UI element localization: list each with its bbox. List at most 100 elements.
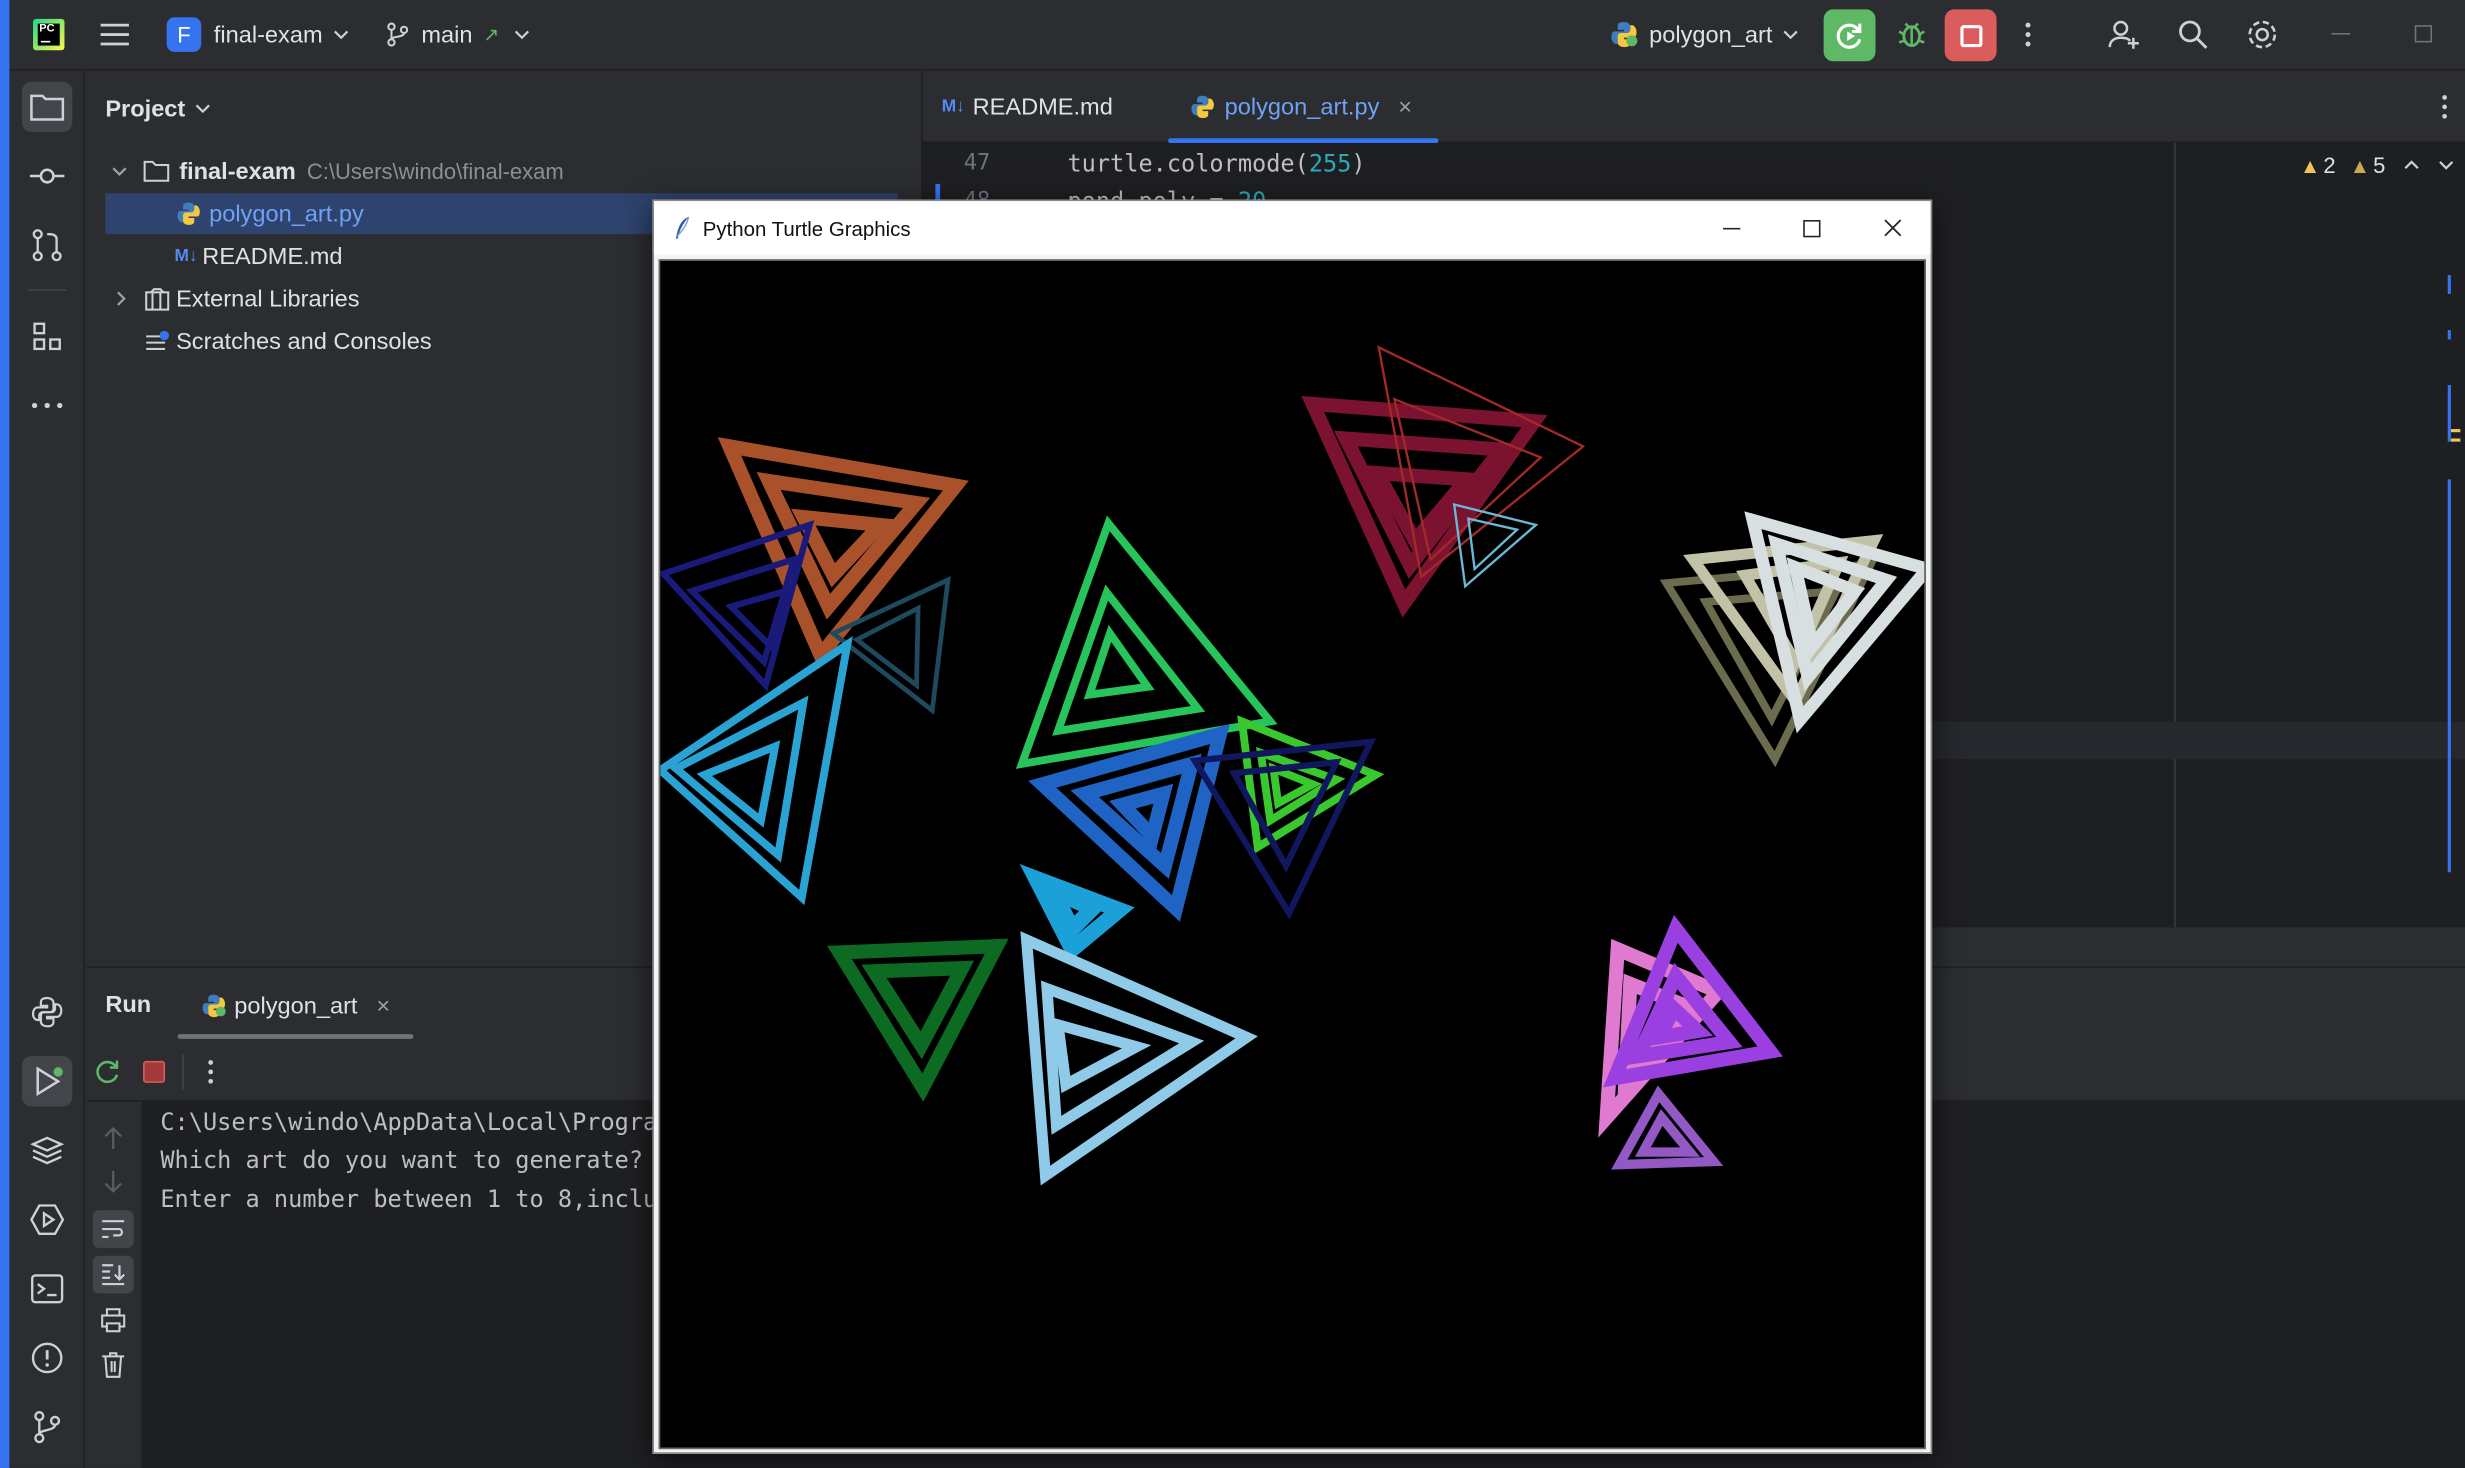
more-actions-icon[interactable] xyxy=(208,1059,214,1084)
active-tab-underline xyxy=(1168,138,1439,144)
pull-requests-tool-button[interactable] xyxy=(22,220,72,270)
ide-window: PC F final-exam main ↗ polygon_art Proje… xyxy=(0,0,2465,1468)
debug-button[interactable] xyxy=(1890,13,1934,57)
git-branch-icon xyxy=(387,22,409,47)
scroll-to-end-button[interactable] xyxy=(92,1255,134,1294)
editor-scrollbar[interactable] xyxy=(2447,228,2461,888)
maximize-icon[interactable] xyxy=(1803,220,1821,238)
rerun-icon[interactable] xyxy=(94,1058,122,1086)
window-accent-edge xyxy=(0,0,10,1468)
tree-item-label: Scratches and Consoles xyxy=(176,327,432,355)
soft-wrap-button[interactable] xyxy=(92,1210,134,1248)
tree-item-path: C:\Users\windo\final-exam xyxy=(306,158,564,184)
main-menu-icon[interactable] xyxy=(94,16,135,54)
close-icon[interactable]: × xyxy=(1398,94,1412,121)
scroll-to-end-icon xyxy=(102,1264,125,1286)
close-icon[interactable] xyxy=(1883,218,1902,237)
scratches-icon xyxy=(146,330,170,350)
terminal-tool-button[interactable] xyxy=(22,1264,72,1314)
python-file-icon xyxy=(1611,22,1638,48)
services-tool-button[interactable] xyxy=(22,1125,72,1175)
python-console-tool-button[interactable] xyxy=(22,987,72,1037)
search-icon[interactable] xyxy=(2171,13,2215,57)
warning-count: 2 xyxy=(2323,152,2336,178)
layers-icon xyxy=(30,1136,65,1165)
feather-icon xyxy=(676,216,690,239)
right-margin-guide xyxy=(2174,143,2176,928)
tab-readme[interactable]: M↓ README.md xyxy=(942,91,1113,122)
triangle-orange xyxy=(717,437,969,669)
chevron-up-icon[interactable] xyxy=(2404,159,2420,172)
run-tool-button[interactable] xyxy=(22,1056,73,1107)
run-icon xyxy=(36,1066,63,1097)
stop-icon[interactable] xyxy=(143,1060,166,1083)
toolstrip-separator xyxy=(28,289,67,291)
more-tools-button[interactable] xyxy=(22,380,72,430)
stop-button[interactable] xyxy=(1944,9,1997,62)
branch-outgoing-icon: ↗ xyxy=(483,23,500,46)
terminal-icon xyxy=(31,1274,64,1304)
more-actions-icon[interactable] xyxy=(2012,16,2043,54)
tool-window-strip xyxy=(9,70,85,1468)
tab-label: polygon_art.py xyxy=(1224,93,1380,121)
inspection-widget[interactable]: ▲ 2 ▲ 5 xyxy=(2299,152,2455,178)
warning-icon: ▲ xyxy=(2299,153,2321,177)
turtle-canvas[interactable] xyxy=(658,259,1926,1450)
structure-tool-button[interactable] xyxy=(22,311,72,361)
triangle-cyan xyxy=(660,635,853,906)
branch-name: main xyxy=(421,21,473,48)
close-icon[interactable]: × xyxy=(376,993,390,1020)
run-tab-polygon-art[interactable]: polygon_art × xyxy=(201,990,390,1021)
polygon-art-drawing xyxy=(660,345,1925,1186)
tree-item-label: polygon_art.py xyxy=(209,200,364,228)
commit-tool-button[interactable] xyxy=(22,151,72,201)
gear-icon[interactable] xyxy=(2240,13,2284,57)
folder-icon xyxy=(30,94,65,121)
git-tool-button[interactable] xyxy=(22,1402,72,1452)
chevron-down-icon xyxy=(112,167,127,177)
trash-icon[interactable] xyxy=(101,1352,126,1379)
project-tool-button[interactable] xyxy=(22,81,73,133)
turtle-title-bar[interactable]: Python Turtle Graphics xyxy=(653,201,1931,255)
problems-tool-button[interactable] xyxy=(22,1333,72,1383)
run-config-selector[interactable]: polygon_art xyxy=(1610,16,1799,54)
turtle-graphics-window[interactable]: Python Turtle Graphics xyxy=(652,199,1933,1454)
run-panel-title: Run xyxy=(105,991,152,1019)
arrow-down-icon[interactable] xyxy=(104,1169,123,1194)
add-user-icon[interactable] xyxy=(2102,13,2146,57)
tab-polygon-art[interactable]: polygon_art.py × xyxy=(1190,91,1412,122)
turtle-window-title: Python Turtle Graphics xyxy=(702,216,911,240)
print-icon[interactable] xyxy=(101,1308,126,1333)
project-switcher[interactable]: F final-exam xyxy=(166,16,350,54)
debug-tool-button[interactable] xyxy=(22,1194,72,1244)
rerun-icon xyxy=(1835,22,1861,48)
library-icon xyxy=(145,287,170,310)
minimize-icon[interactable] xyxy=(2331,33,2351,35)
triangle-green xyxy=(1015,515,1278,769)
chevron-down-icon[interactable] xyxy=(2439,159,2455,172)
chevron-down-icon xyxy=(334,30,349,40)
project-panel-title: Project xyxy=(105,95,186,122)
chevron-down-icon xyxy=(514,30,529,40)
tab-more-icon[interactable] xyxy=(2441,94,2447,127)
triangle-white xyxy=(1744,511,1925,734)
branch-switcher[interactable]: main ↗ xyxy=(387,16,529,54)
python-console-icon xyxy=(31,996,63,1028)
triangle-small-cyan xyxy=(1019,864,1135,962)
tree-item-label: External Libraries xyxy=(176,285,360,312)
rerun-button[interactable] xyxy=(1823,9,1876,62)
soft-wrap-icon xyxy=(102,1220,125,1239)
python-file-icon xyxy=(1191,95,1214,119)
git-icon xyxy=(34,1410,61,1444)
minimize-icon[interactable] xyxy=(1723,227,1741,230)
markdown-file-icon: M↓ xyxy=(174,246,198,266)
console-line: Which art do you want to generate? xyxy=(160,1145,644,1175)
project-panel-header[interactable]: Project xyxy=(105,90,210,128)
markdown-file-icon: M↓ xyxy=(941,97,965,117)
arrow-up-icon[interactable] xyxy=(104,1125,123,1150)
tree-item-label: README.md xyxy=(202,242,343,270)
code-line: turtle.colormode(255) xyxy=(1067,149,1366,178)
tree-item-project-root[interactable]: final-exam C:\Users\windo\final-exam xyxy=(105,151,919,192)
maximize-icon[interactable] xyxy=(2414,25,2433,43)
toolbar-separator xyxy=(182,1054,184,1090)
